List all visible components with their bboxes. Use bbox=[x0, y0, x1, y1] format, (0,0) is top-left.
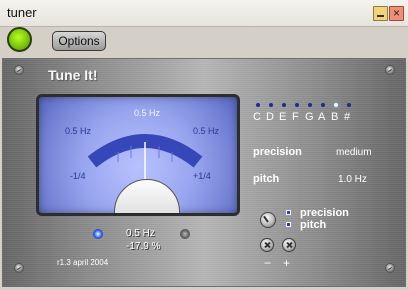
pitch-mode-label: pitch bbox=[300, 219, 327, 231]
note-dot-c bbox=[256, 103, 260, 107]
note-label-sharp: # bbox=[344, 111, 351, 123]
note-dot-e bbox=[282, 103, 286, 107]
note-label-g: G bbox=[305, 111, 314, 123]
decrease-button[interactable] bbox=[260, 238, 274, 252]
tuner-title: Tune It! bbox=[48, 67, 98, 83]
mode-knob[interactable] bbox=[260, 212, 276, 228]
meter-top-value: 0.5 Hz bbox=[134, 108, 161, 118]
increase-button[interactable] bbox=[282, 238, 296, 252]
left-led bbox=[93, 229, 103, 239]
tuning-meter: 0.5 Hz 0.5 Hz 0.5 Hz -1/4 +1/4 bbox=[36, 94, 240, 216]
status-indicator bbox=[7, 27, 32, 52]
note-dot-a bbox=[321, 103, 325, 107]
readout-percent: -17.9 % bbox=[126, 241, 161, 252]
right-led bbox=[180, 229, 190, 239]
meter-right-fraction: +1/4 bbox=[193, 171, 211, 181]
pitch-switch[interactable] bbox=[286, 222, 291, 227]
precision-label: precision bbox=[253, 146, 302, 158]
meter-left-value: 0.5 Hz bbox=[65, 126, 92, 136]
readout-frequency: 0.5 Hz bbox=[126, 228, 155, 239]
version-text: r1.3 april 2004 bbox=[57, 258, 109, 267]
window-title: tuner bbox=[7, 5, 37, 20]
note-dot-sharp bbox=[347, 103, 351, 107]
note-label-f: F bbox=[292, 111, 299, 123]
minimize-button[interactable] bbox=[373, 6, 388, 21]
note-label-b: B bbox=[331, 111, 339, 123]
note-dot-f bbox=[295, 103, 299, 107]
screw-icon bbox=[385, 263, 395, 273]
precision-switch[interactable] bbox=[286, 210, 291, 215]
meter-right-value: 0.5 Hz bbox=[193, 126, 220, 136]
screw-icon bbox=[385, 65, 395, 75]
note-label-c: C bbox=[253, 111, 261, 123]
minus-label: − bbox=[264, 256, 272, 270]
options-button[interactable]: Options bbox=[52, 31, 106, 51]
precision-value: medium bbox=[336, 147, 372, 158]
screw-icon bbox=[14, 263, 24, 273]
note-label-a: A bbox=[318, 111, 326, 123]
note-label-e: E bbox=[279, 111, 287, 123]
note-dot-g bbox=[308, 103, 312, 107]
pitch-value: 1.0 Hz bbox=[338, 174, 367, 185]
note-dot-b bbox=[334, 103, 338, 107]
screw-icon bbox=[14, 65, 24, 75]
title-bar: tuner × bbox=[0, 0, 408, 27]
plus-label: + bbox=[283, 256, 291, 270]
meter-left-fraction: -1/4 bbox=[70, 171, 86, 181]
close-button[interactable]: × bbox=[389, 6, 404, 21]
note-dot-d bbox=[269, 103, 273, 107]
pitch-label: pitch bbox=[253, 173, 280, 185]
precision-mode-label: precision bbox=[300, 207, 349, 219]
note-label-d: D bbox=[266, 111, 274, 123]
